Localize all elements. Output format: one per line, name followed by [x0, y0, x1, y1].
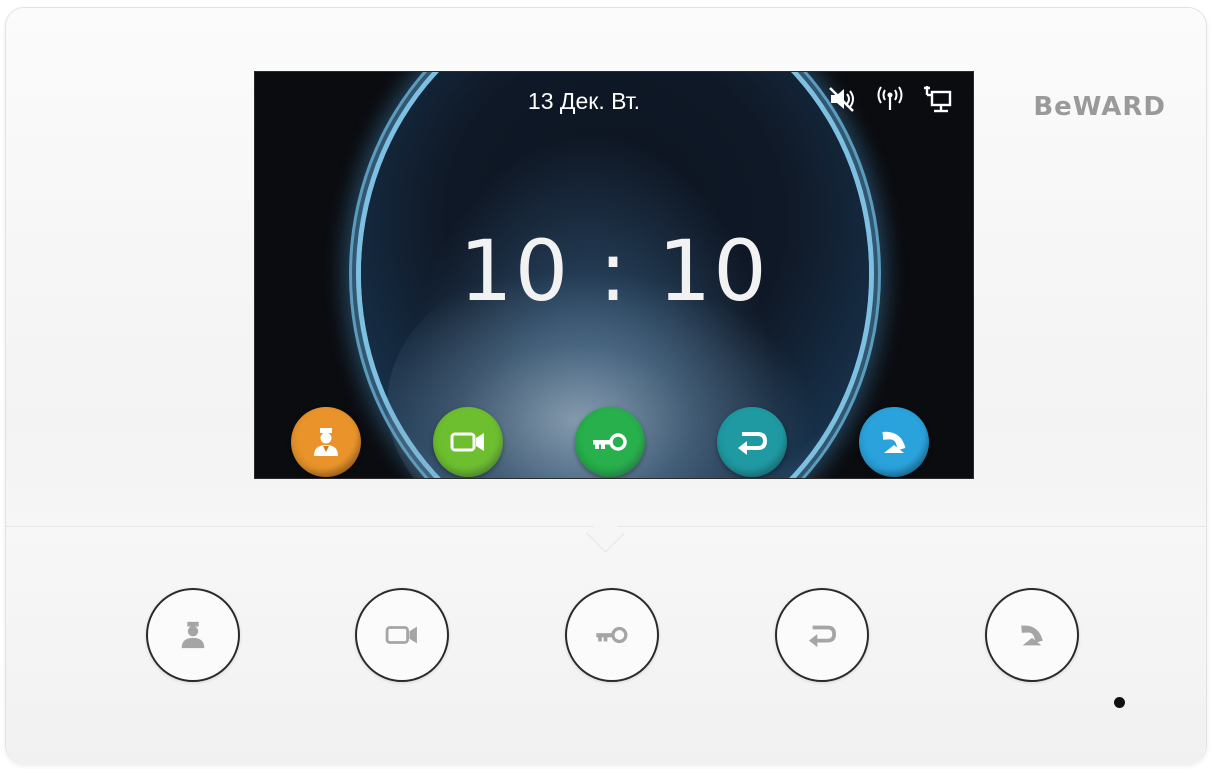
- screen-transfer-button[interactable]: [717, 407, 787, 477]
- intercom-monitor: BeWARD 13 Дек. Вт. 10: 10: [6, 8, 1206, 764]
- network-lan-icon: [921, 82, 955, 116]
- screen-concierge-button[interactable]: [291, 407, 361, 477]
- hw-hang-up-button[interactable]: [985, 588, 1079, 682]
- key-icon: [596, 626, 628, 644]
- video-camera-icon: [385, 626, 417, 644]
- screen-hang-up-button[interactable]: [859, 407, 929, 477]
- wireless-antenna-icon: [873, 82, 907, 116]
- key-icon: [593, 433, 627, 451]
- hw-unlock-button[interactable]: [565, 588, 659, 682]
- hw-transfer-button[interactable]: [775, 588, 869, 682]
- mute-icon: [825, 82, 859, 116]
- status-bar: [825, 82, 955, 116]
- hw-monitor-button[interactable]: [355, 588, 449, 682]
- screen-unlock-button[interactable]: [575, 407, 645, 477]
- concierge-icon: [314, 428, 338, 456]
- hw-concierge-button[interactable]: [146, 588, 240, 682]
- transfer-icon: [808, 625, 837, 648]
- hang-up-icon: [1021, 625, 1043, 646]
- transfer-icon: [738, 432, 768, 455]
- concierge-icon: [181, 621, 205, 649]
- screen-monitor-button[interactable]: [433, 407, 503, 477]
- hang-up-icon: [882, 431, 906, 453]
- brand-logo: BeWARD: [1033, 92, 1166, 122]
- clock: 10 : 10: [459, 222, 769, 320]
- status-led: [1114, 697, 1125, 708]
- video-camera-icon: [450, 432, 484, 452]
- display-screen[interactable]: 13 Дек. Вт. 10: 10: [254, 71, 974, 479]
